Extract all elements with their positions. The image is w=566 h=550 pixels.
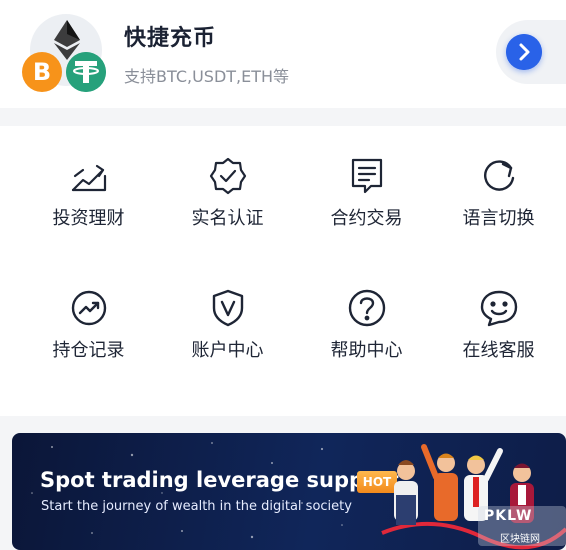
quick-deposit-subtitle: 支持BTC,USDT,ETH等 [124,67,290,86]
menu-item-label: 投资理财 [52,208,125,229]
shield-v-icon [212,289,243,327]
menu-item-help[interactable]: 帮助中心 [296,288,437,408]
chart-trend-icon [71,164,106,192]
banner-title: Spot trading leverage support [40,468,399,492]
watermark-subtext: 区块链网 [500,534,540,545]
menu-item-label: 账户中心 [191,340,264,361]
menu-item-label: 实名认证 [191,208,264,229]
coin-logos: B [22,12,108,92]
menu-item-label: 在线客服 [462,340,535,361]
menu-item-label: 合约交易 [330,208,403,229]
quick-deposit-title: 快捷充币 [124,26,217,51]
smiley-chat-icon [480,290,517,327]
menu-item-label: 持仓记录 [52,340,125,361]
watermark-text: PKLW [484,508,533,524]
contract-doc-icon [351,158,382,194]
menu-item-invest[interactable]: 投资理财 [18,156,159,276]
quick-deposit-go[interactable] [496,20,566,84]
bitcoin-icon: B [22,52,62,92]
menu-item-positions[interactable]: 持仓记录 [18,288,159,408]
quick-deposit-card[interactable]: B 快捷充币 支持BTC,USDT,ETH等 [0,0,566,108]
menu-item-language[interactable]: 语言切换 [428,156,566,276]
menu-item-support[interactable]: 在线客服 [428,288,566,408]
function-grid: 投资理财 实名认证 合约交易 语言切换 持仓记录 账户中心 帮助中心 在线客服 [0,126,566,416]
menu-item-verify[interactable]: 实名认证 [157,156,298,276]
chevron-right-icon[interactable] [506,34,542,70]
verified-badge-icon [209,157,246,195]
menu-item-label: 帮助中心 [330,340,403,361]
menu-item-label: 语言切换 [462,208,535,229]
menu-item-contract[interactable]: 合约交易 [296,156,437,276]
tether-icon [66,52,106,92]
banner-subtitle: Start the journey of wealth in the digit… [41,499,352,514]
menu-item-account[interactable]: 账户中心 [157,288,298,408]
refresh-icon [483,160,514,191]
help-circle-icon [348,289,385,327]
trend-circle-icon [71,290,106,326]
